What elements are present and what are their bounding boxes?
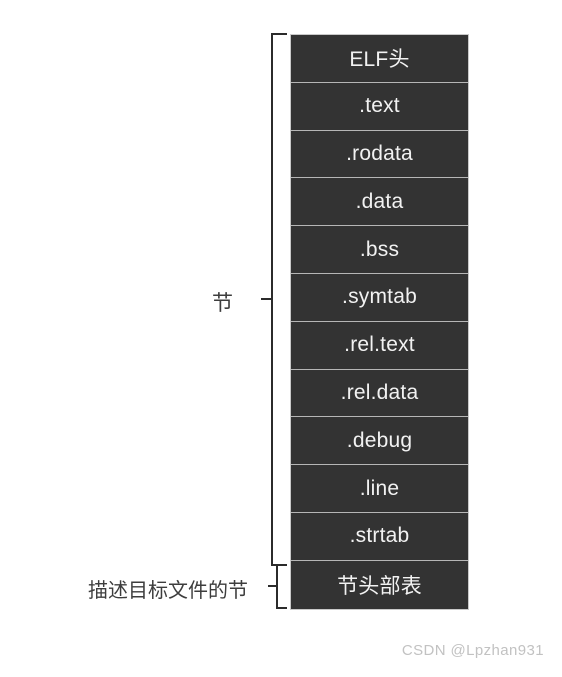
section-row: .strtab	[291, 512, 468, 561]
section-row: .line	[291, 465, 468, 513]
section-row: 节头部表	[291, 560, 468, 609]
section-row: .text	[291, 82, 468, 131]
sections-bracket-tick	[261, 298, 273, 300]
section-row: .data	[291, 178, 468, 227]
section-row: .rel.text	[291, 321, 468, 370]
csdn-watermark: CSDN @Lpzhan931	[401, 642, 544, 659]
section-row: .rodata	[291, 130, 468, 179]
section-row: .bss	[291, 226, 468, 274]
section-row: .debug	[291, 417, 468, 466]
sections-bracket-label: 节	[212, 292, 233, 315]
sections-bracket	[271, 33, 287, 566]
section-row: .rel.data	[291, 369, 468, 418]
section-row: ELF头	[291, 35, 468, 83]
elf-object-file-diagram: 节 描述目标文件的节 ELF头 .text .rodata .data .bss…	[0, 0, 562, 677]
section-row: .symtab	[291, 273, 468, 322]
section-header-table-bracket-tick	[268, 585, 278, 587]
section-header-table-label: 描述目标文件的节	[88, 580, 248, 602]
section-stack: ELF头 .text .rodata .data .bss .symtab .r…	[290, 34, 469, 610]
